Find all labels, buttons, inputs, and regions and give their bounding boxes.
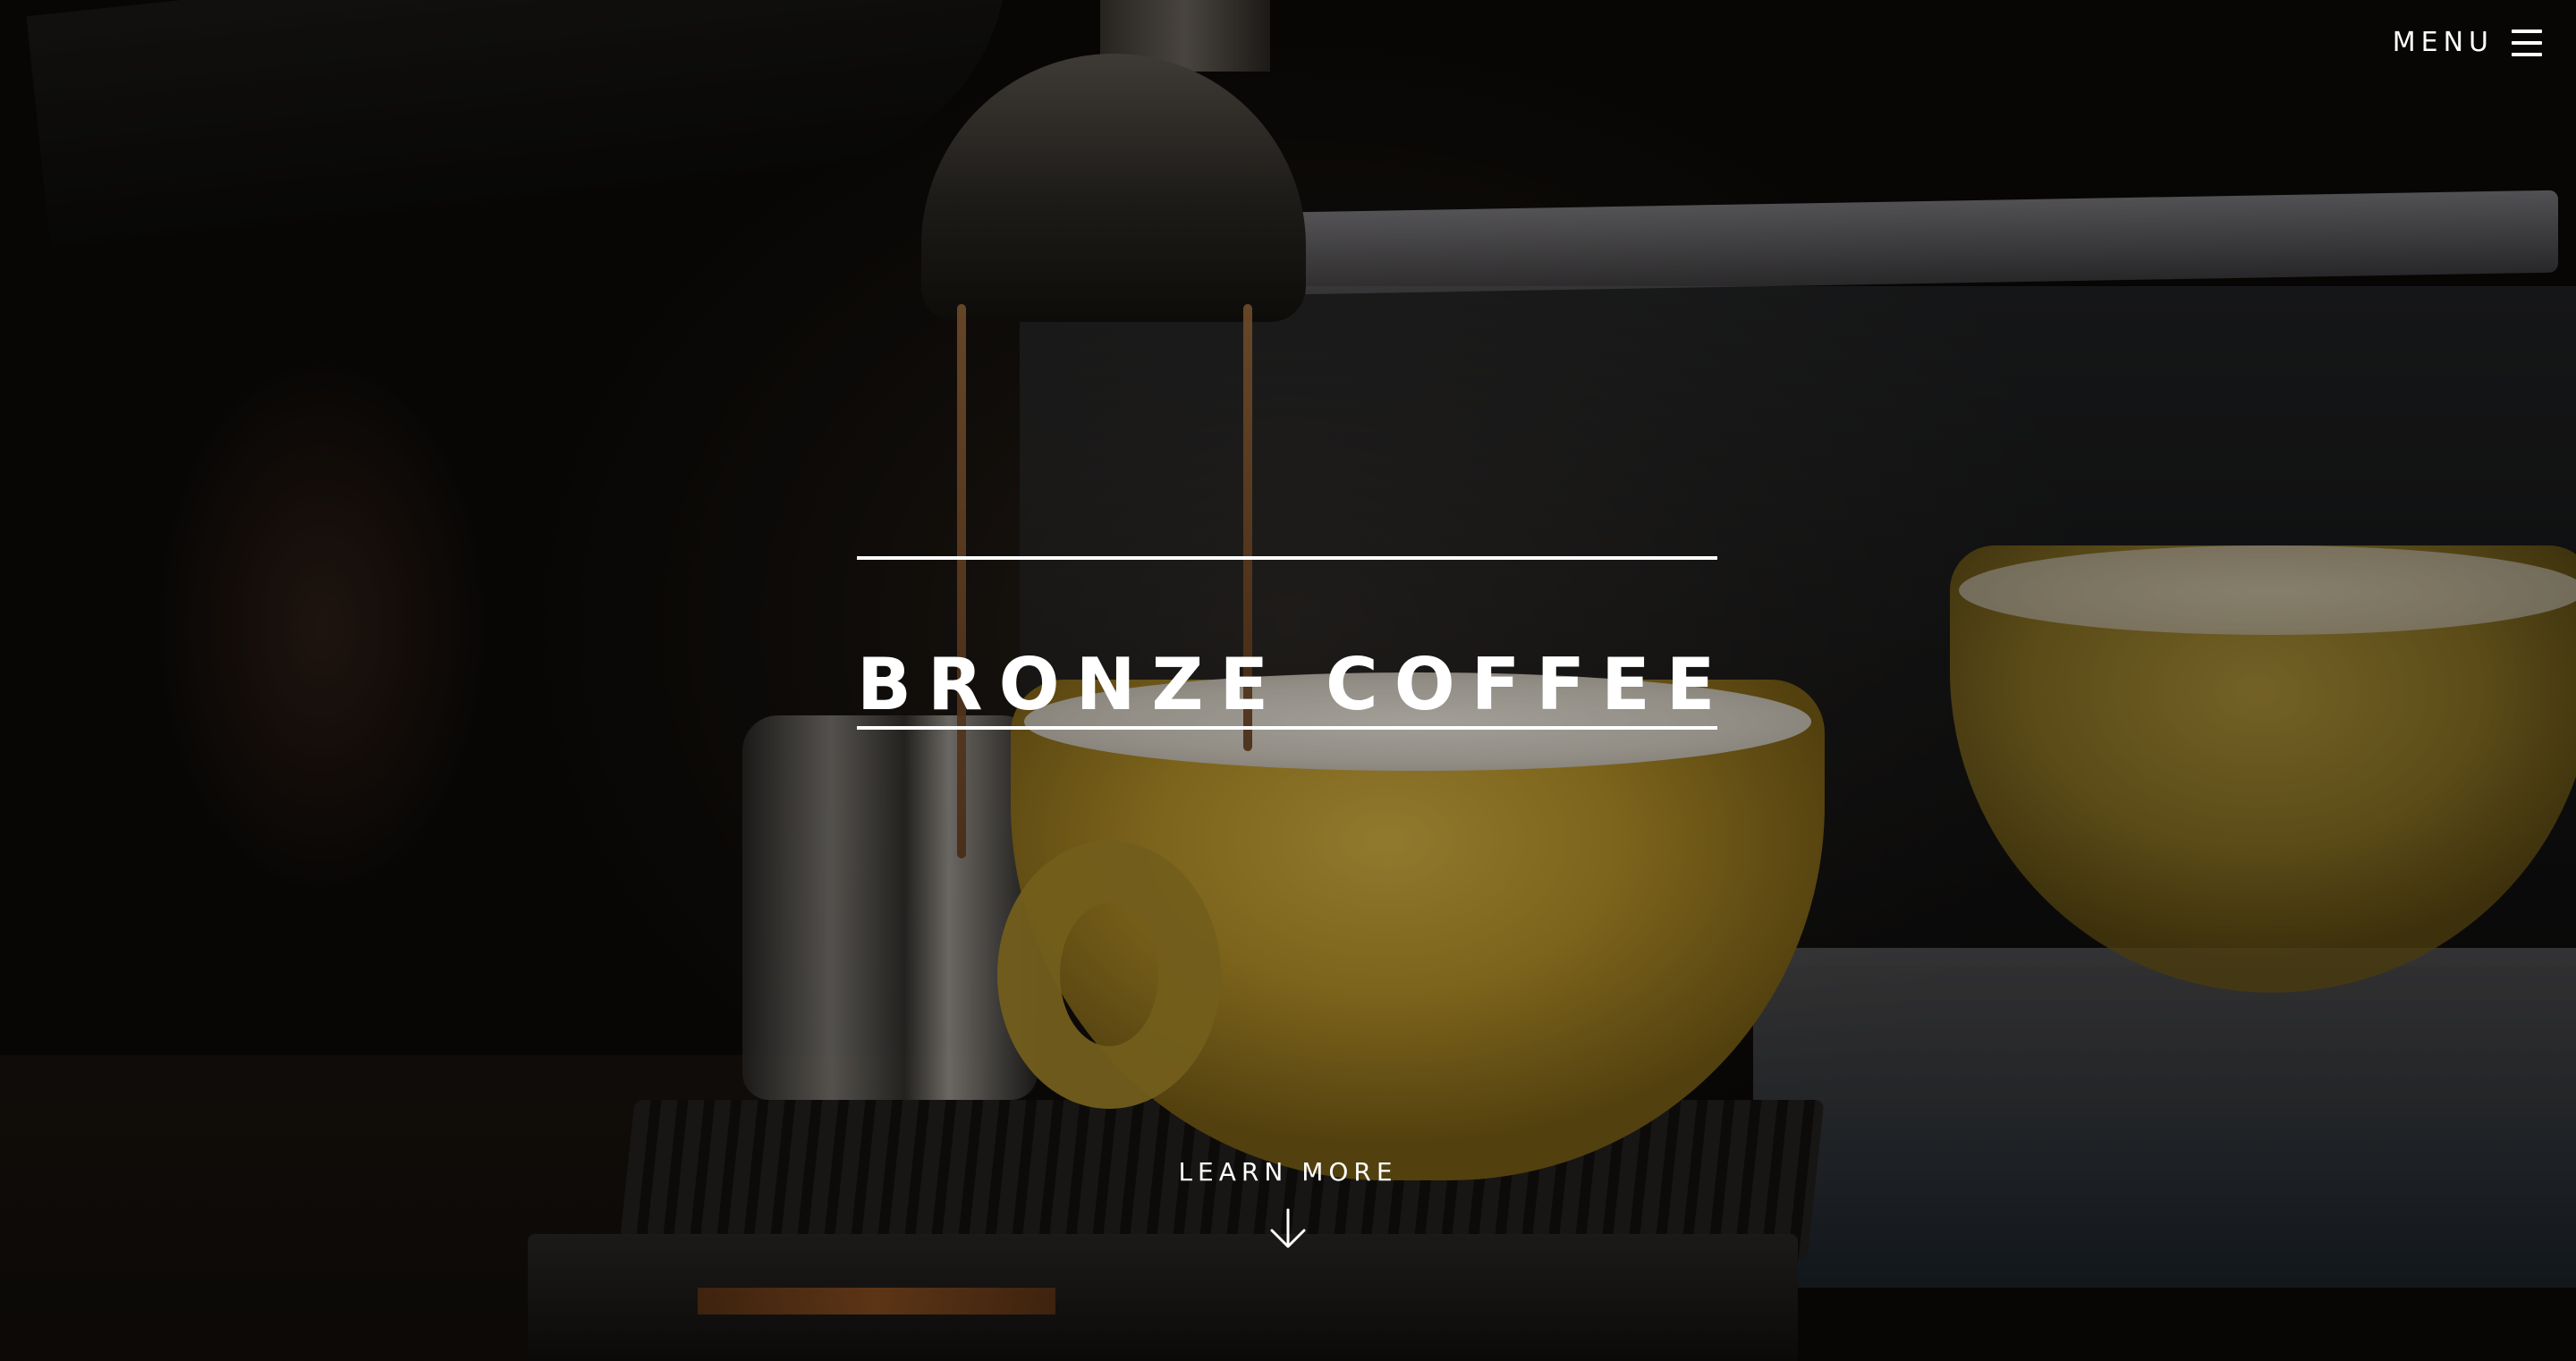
hero-section: MENU BRONZE COFFEE LEARN MORE — [0, 0, 2576, 1361]
learn-more-button[interactable]: LEARN MORE — [1020, 1157, 1556, 1251]
title-rule-bottom — [857, 726, 1717, 730]
menu-button[interactable]: MENU — [2393, 27, 2542, 58]
learn-more-label: LEARN MORE — [1178, 1157, 1398, 1187]
arrow-down-icon[interactable] — [1266, 1206, 1310, 1251]
page-title: BRONZE COFFEE — [857, 642, 1732, 726]
menu-label: MENU — [2392, 27, 2494, 58]
hamburger-icon[interactable] — [2512, 29, 2542, 56]
brand-block: BRONZE COFFEE — [857, 556, 1717, 730]
title-rule-top — [857, 556, 1717, 560]
